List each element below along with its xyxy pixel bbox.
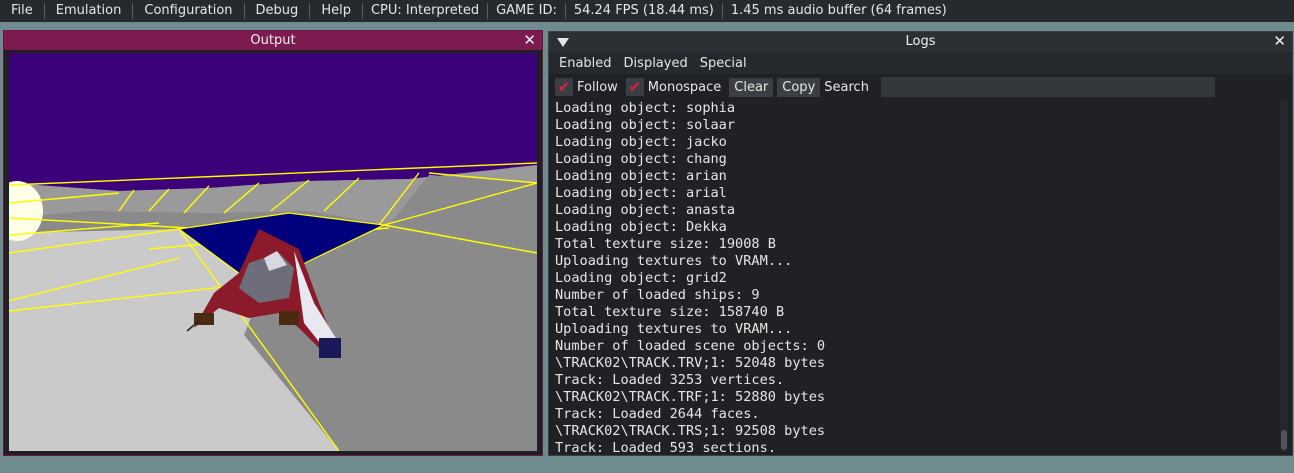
log-line: Loading object: Dekka (555, 219, 727, 235)
log-line: Loading object: chang (555, 151, 727, 167)
output-window: Output ✕ (3, 30, 543, 456)
logs-window: Logs ✕ Enabled Displayed Special ✔ Follo… (548, 31, 1293, 456)
ship-fin (319, 338, 341, 358)
menu-help[interactable]: Help (310, 0, 362, 22)
menu-bar: File Emulation Configuration Debug Help … (0, 0, 1294, 22)
log-line: Loading object: arian (555, 168, 727, 184)
log-line: Loading object: jacko (555, 134, 727, 150)
log-line: Loading object: grid2 (555, 270, 727, 286)
monospace-label: Monospace (647, 79, 722, 95)
log-line: Total texture size: 158740 B (555, 304, 785, 320)
logs-menu-special[interactable]: Special (694, 56, 753, 71)
menu-debug[interactable]: Debug (245, 0, 310, 22)
output-title-bar[interactable]: Output ✕ (4, 31, 542, 50)
log-line: Track: Loaded 593 sections. (555, 440, 776, 452)
ship-engine-right (279, 311, 299, 325)
menu-configuration[interactable]: Configuration (133, 0, 243, 22)
monospace-checkbox[interactable]: ✔ (625, 78, 644, 96)
search-label: Search (824, 79, 869, 95)
log-line: \TRACK02\TRACK.TRS;1: 92508 bytes (555, 423, 826, 439)
sky (9, 53, 537, 191)
log-line: Track: Loaded 2644 faces. (555, 406, 760, 422)
log-line: \TRACK02\TRACK.TRV;1: 52048 bytes (555, 355, 826, 371)
log-line: Track: Loaded 3253 vertices. (555, 372, 785, 388)
log-line: Loading object: anasta (555, 202, 736, 218)
follow-label: Follow (577, 79, 618, 95)
copy-button[interactable]: Copy (777, 77, 821, 97)
follow-checkbox[interactable]: ✔ (555, 78, 573, 96)
log-line: Number of loaded scene objects: 0 (555, 338, 826, 354)
close-icon[interactable]: ✕ (1273, 32, 1286, 51)
scrollbar-thumb[interactable] (1281, 430, 1287, 450)
log-scrollbar[interactable] (1280, 100, 1288, 452)
collapse-arrow-icon[interactable] (557, 38, 569, 47)
log-line: Loading object: sophia (555, 100, 736, 116)
audio-buffer-status: 1.45 ms audio buffer (64 frames) (730, 3, 947, 18)
output-title: Output (250, 33, 296, 48)
logs-menu-displayed[interactable]: Displayed (618, 56, 694, 71)
logs-title: Logs (905, 34, 936, 49)
game-render (9, 53, 537, 451)
log-line: Loading object: arial (555, 185, 727, 201)
logs-menu-bar: Enabled Displayed Special (549, 52, 1292, 74)
game-viewport[interactable] (9, 53, 537, 451)
log-line: Uploading textures to VRAM... (555, 253, 793, 269)
log-line: \TRACK02\TRACK.TRF;1: 52880 bytes (555, 389, 826, 405)
game-id-status: GAME ID: (496, 3, 557, 18)
clear-button[interactable]: Clear (729, 77, 774, 97)
logs-menu-enabled[interactable]: Enabled (553, 56, 618, 71)
cpu-status: CPU: Interpreted (370, 3, 480, 18)
log-line: Number of loaded ships: 9 (555, 287, 760, 303)
logs-toolbar: ✔ Follow ✔ Monospace Clear Copy Search (549, 74, 1292, 100)
close-icon[interactable]: ✕ (523, 31, 536, 50)
menu-emulation[interactable]: Emulation (45, 0, 133, 22)
log-line: Loading object: solaar (555, 117, 736, 133)
log-line: Total texture size: 19008 B (555, 236, 776, 252)
log-line: Uploading textures to VRAM... (555, 321, 793, 337)
menu-file[interactable]: File (0, 0, 44, 22)
log-output[interactable]: Loading object: sophia Loading object: so… (555, 100, 1275, 452)
fps-status: 54.24 FPS (18.44 ms) (573, 3, 714, 18)
search-input[interactable] (880, 77, 1215, 97)
logs-title-bar[interactable]: Logs ✕ (549, 32, 1292, 52)
